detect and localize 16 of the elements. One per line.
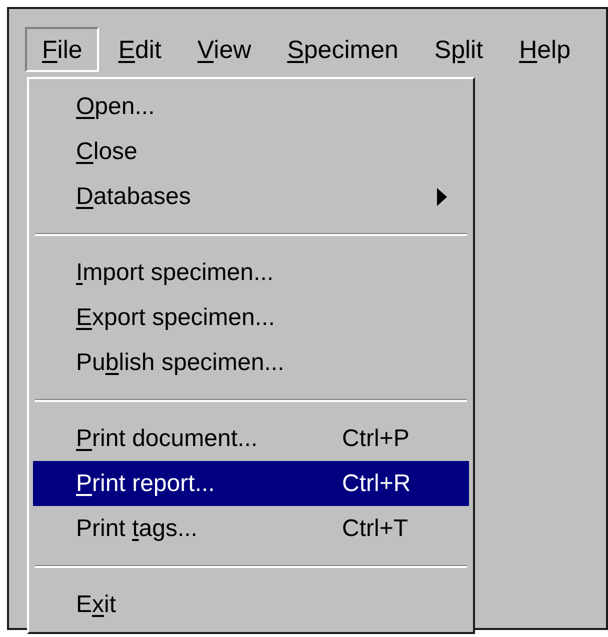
menu-bar-item[interactable]: File (25, 27, 100, 72)
menu-item[interactable]: Print report... Ctrl+R (33, 461, 469, 506)
menu-bar-item[interactable]: Help (502, 27, 588, 72)
menu-bar-item[interactable]: View (180, 27, 268, 72)
menu-item[interactable]: Import specimen... (33, 250, 469, 295)
menu-item[interactable]: Publish specimen... (33, 340, 469, 385)
menu-item[interactable]: Print tags... Ctrl+T (33, 506, 469, 551)
menu-item[interactable]: Exit (33, 582, 469, 627)
menu-item[interactable]: Open... (33, 84, 469, 129)
menu-bar-item[interactable]: Split (417, 27, 500, 72)
menu-item[interactable]: Close (33, 129, 469, 174)
menu-item[interactable]: Export specimen... (33, 295, 469, 340)
menu-item[interactable]: Databases (33, 174, 469, 219)
menu-bar-item[interactable]: Edit (101, 27, 178, 72)
menu-bar-item[interactable]: Specimen (270, 27, 416, 72)
menu-item[interactable]: Print document... Ctrl+P (33, 416, 469, 461)
